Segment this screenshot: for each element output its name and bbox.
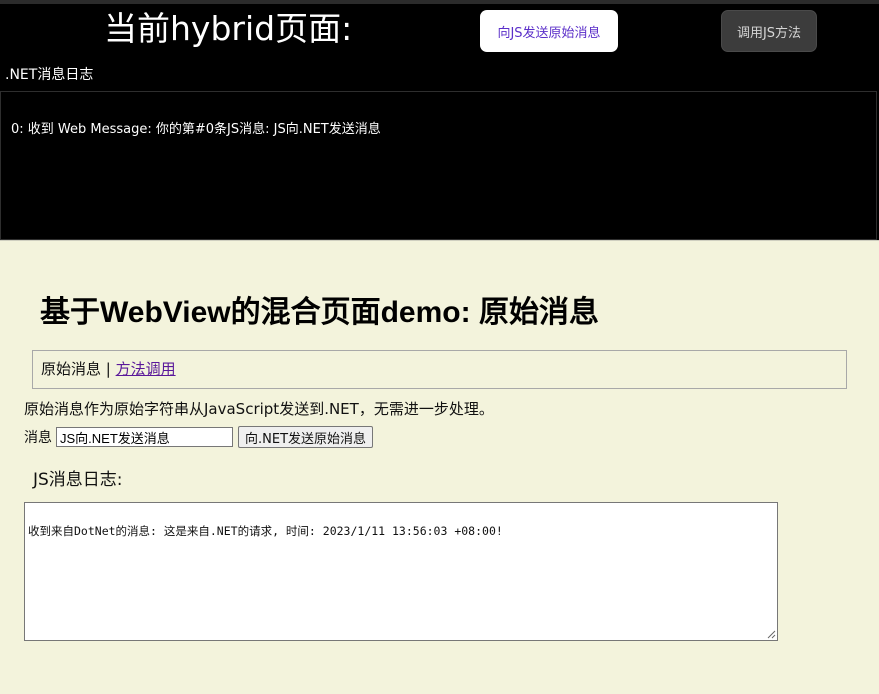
nav-link-method-call[interactable]: 方法调用 <box>116 360 176 378</box>
call-js-method-button[interactable]: 调用JS方法 <box>721 10 817 52</box>
nav-bar: 原始消息 | 方法调用 <box>32 350 847 389</box>
page-heading: 基于WebView的混合页面demo: 原始消息 <box>40 296 599 329</box>
js-log-entry: 收到来自DotNet的消息: 这是来自.NET的请求, 时间: 2023/1/1… <box>28 524 503 538</box>
description-text: 原始消息作为原始字符串从JavaScript发送到.NET，无需进一步处理。 <box>24 400 494 418</box>
net-log-entry: 0: 收到 Web Message: 你的第#0条JS消息: JS向.NET发送… <box>11 122 381 137</box>
resize-grip-icon[interactable] <box>767 630 776 639</box>
webview-page: 基于WebView的混合页面demo: 原始消息 原始消息 | 方法调用 原始消… <box>0 240 879 694</box>
message-label: 消息 <box>24 430 52 446</box>
net-log-area[interactable]: 0: 收到 Web Message: 你的第#0条JS消息: JS向.NET发送… <box>0 91 877 240</box>
nav-separator: | <box>101 360 116 378</box>
nav-current-item: 原始消息 <box>41 360 102 378</box>
message-input[interactable] <box>56 427 233 447</box>
js-log-label: JS消息日志: <box>33 470 123 490</box>
js-log-textarea[interactable]: 收到来自DotNet的消息: 这是来自.NET的请求, 时间: 2023/1/1… <box>24 502 778 641</box>
message-row: 消息 向.NET发送原始消息 <box>24 426 374 448</box>
send-to-net-button[interactable]: 向.NET发送原始消息 <box>238 426 374 448</box>
host-title: 当前hybrid页面: <box>104 9 353 48</box>
host-panel: 当前hybrid页面: 向JS发送原始消息 调用JS方法 .NET消息日志 0:… <box>0 4 879 240</box>
net-log-label: .NET消息日志 <box>5 67 94 83</box>
send-to-js-button[interactable]: 向JS发送原始消息 <box>480 10 618 52</box>
